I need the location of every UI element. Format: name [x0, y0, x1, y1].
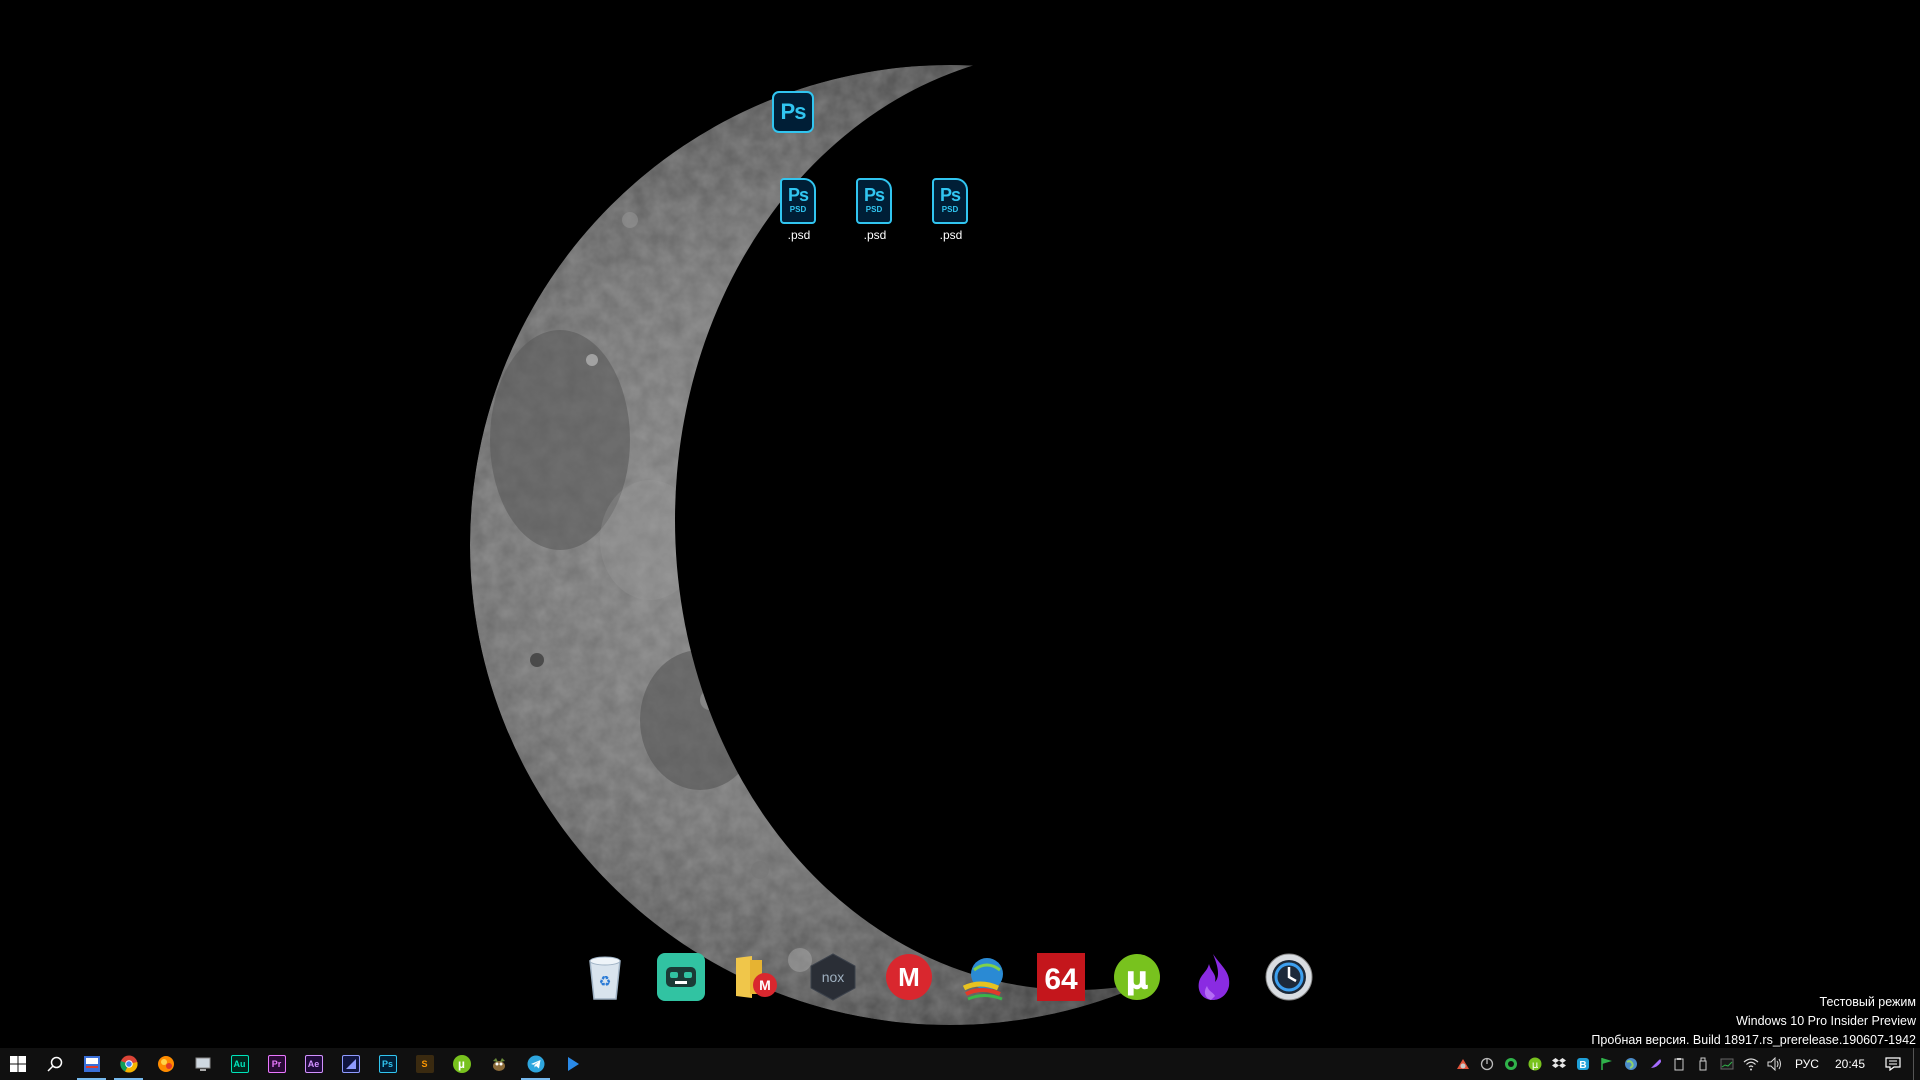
- streamlabs-obs-icon[interactable]: [656, 952, 706, 1002]
- taskbar: Au Pr Ae Ps S µ µ B РУС 20:45: [0, 1048, 1920, 1080]
- taskbar-utorrent[interactable]: µ: [443, 1048, 480, 1080]
- svg-text:µ: µ: [1125, 959, 1149, 997]
- chrome-icon: [119, 1055, 138, 1073]
- files-app-icon: [83, 1056, 100, 1072]
- taskbar-ball-app[interactable]: [147, 1048, 184, 1080]
- tray-power-icon[interactable]: [1475, 1048, 1499, 1080]
- tray-feather-icon[interactable]: [1643, 1048, 1667, 1080]
- moon-wallpaper: [460, 60, 1430, 1040]
- sublime-icon: S: [415, 1055, 434, 1073]
- tray-usb-icon[interactable]: [1691, 1048, 1715, 1080]
- gimp-icon: [492, 1058, 505, 1071]
- start-icon: [10, 1056, 26, 1072]
- internet-download-manager-icon[interactable]: [960, 952, 1010, 1002]
- start-button[interactable]: [0, 1048, 36, 1080]
- premiere-icon: Pr: [267, 1055, 286, 1073]
- photoshop-icon: Ps: [378, 1055, 397, 1073]
- search-button[interactable]: [36, 1048, 73, 1080]
- search-icon: [46, 1056, 62, 1072]
- psd-file-label: .psd: [939, 228, 963, 242]
- taskbar-files-app[interactable]: [73, 1048, 110, 1080]
- taskbar-audition[interactable]: Au: [221, 1048, 258, 1080]
- psd-file-2[interactable]: Ps PSD .psd: [835, 178, 915, 258]
- system-tray: µ B РУС 20:45: [1451, 1048, 1920, 1080]
- psd-file-icon: Ps PSD: [932, 178, 968, 224]
- psd-file-label: .psd: [863, 228, 887, 242]
- utorrent-icon[interactable]: µ: [1112, 952, 1162, 1002]
- taskbar-computer[interactable]: [184, 1048, 221, 1080]
- tray-monitor-icon[interactable]: [1715, 1048, 1739, 1080]
- ball-app-icon: [157, 1056, 174, 1072]
- aida64-icon[interactable]: 64: [1036, 952, 1086, 1002]
- notification-icon: [1885, 1057, 1901, 1071]
- telegram-icon: [527, 1055, 544, 1073]
- tray-flag-icon[interactable]: [1595, 1048, 1619, 1080]
- volume-icon[interactable]: [1763, 1048, 1787, 1080]
- psd-file-3[interactable]: Ps PSD .psd: [911, 178, 991, 258]
- svg-text:♻: ♻: [599, 974, 612, 990]
- play-icon: [567, 1057, 579, 1071]
- taskbar-gimp[interactable]: [480, 1048, 517, 1080]
- svg-text:B: B: [1579, 1060, 1586, 1071]
- psd-file-1[interactable]: Ps PSD .psd: [759, 178, 839, 258]
- taskbar-premiere[interactable]: Pr: [258, 1048, 295, 1080]
- tray-clipboard-icon[interactable]: [1667, 1048, 1691, 1080]
- taskbar-telegram[interactable]: [517, 1048, 554, 1080]
- media-encoder-icon: [341, 1055, 360, 1073]
- svg-text:nox: nox: [822, 969, 845, 985]
- psd-file-icon: Ps PSD: [856, 178, 892, 224]
- taskbar-chrome[interactable]: [110, 1048, 147, 1080]
- utorrent-taskbar-icon: µ: [452, 1055, 471, 1073]
- time-machine-icon[interactable]: [1264, 952, 1314, 1002]
- tray-app-1-icon[interactable]: [1451, 1048, 1475, 1080]
- tray-dropbox-icon[interactable]: [1547, 1048, 1571, 1080]
- action-center-button[interactable]: [1873, 1048, 1913, 1080]
- taskbar-photoshop[interactable]: Ps: [369, 1048, 406, 1080]
- audition-icon: Au: [230, 1055, 249, 1073]
- show-desktop-button[interactable]: [1913, 1048, 1920, 1080]
- svg-text:64: 64: [1044, 963, 1078, 996]
- nox-player-icon[interactable]: nox: [808, 952, 858, 1002]
- clock[interactable]: 20:45: [1827, 1057, 1873, 1071]
- after-effects-icon: Ae: [304, 1055, 323, 1073]
- mega-icon[interactable]: M: [884, 952, 934, 1002]
- computer-icon: [195, 1057, 210, 1071]
- taskbar-media-encoder[interactable]: [332, 1048, 369, 1080]
- purple-flame-icon[interactable]: [1188, 952, 1238, 1002]
- mega-folder-icon[interactable]: M: [732, 952, 782, 1002]
- svg-text:M: M: [898, 962, 920, 992]
- tray-utorrent-icon[interactable]: µ: [1523, 1048, 1547, 1080]
- recycle-bin-icon[interactable]: ♻: [580, 952, 630, 1002]
- svg-text:M: M: [759, 977, 771, 993]
- psd-file-label: .psd: [787, 228, 811, 242]
- taskbar-after-effects[interactable]: Ae: [295, 1048, 332, 1080]
- language-indicator[interactable]: РУС: [1787, 1057, 1827, 1071]
- watermark-test-mode: Тестовый режим: [1819, 995, 1916, 1009]
- watermark-edition: Windows 10 Pro Insider Preview: [1736, 1014, 1916, 1028]
- tray-green-circle-icon[interactable]: [1499, 1048, 1523, 1080]
- network-icon[interactable]: [1739, 1048, 1763, 1080]
- tray-globe-icon[interactable]: [1619, 1048, 1643, 1080]
- taskbar-play[interactable]: [554, 1048, 591, 1080]
- taskbar-sublime[interactable]: S: [406, 1048, 443, 1080]
- svg-text:µ: µ: [1532, 1060, 1539, 1071]
- psd-file-icon: Ps PSD: [780, 178, 816, 224]
- photoshop-app-icon[interactable]: Ps: [772, 91, 814, 133]
- tray-b-icon[interactable]: B: [1571, 1048, 1595, 1080]
